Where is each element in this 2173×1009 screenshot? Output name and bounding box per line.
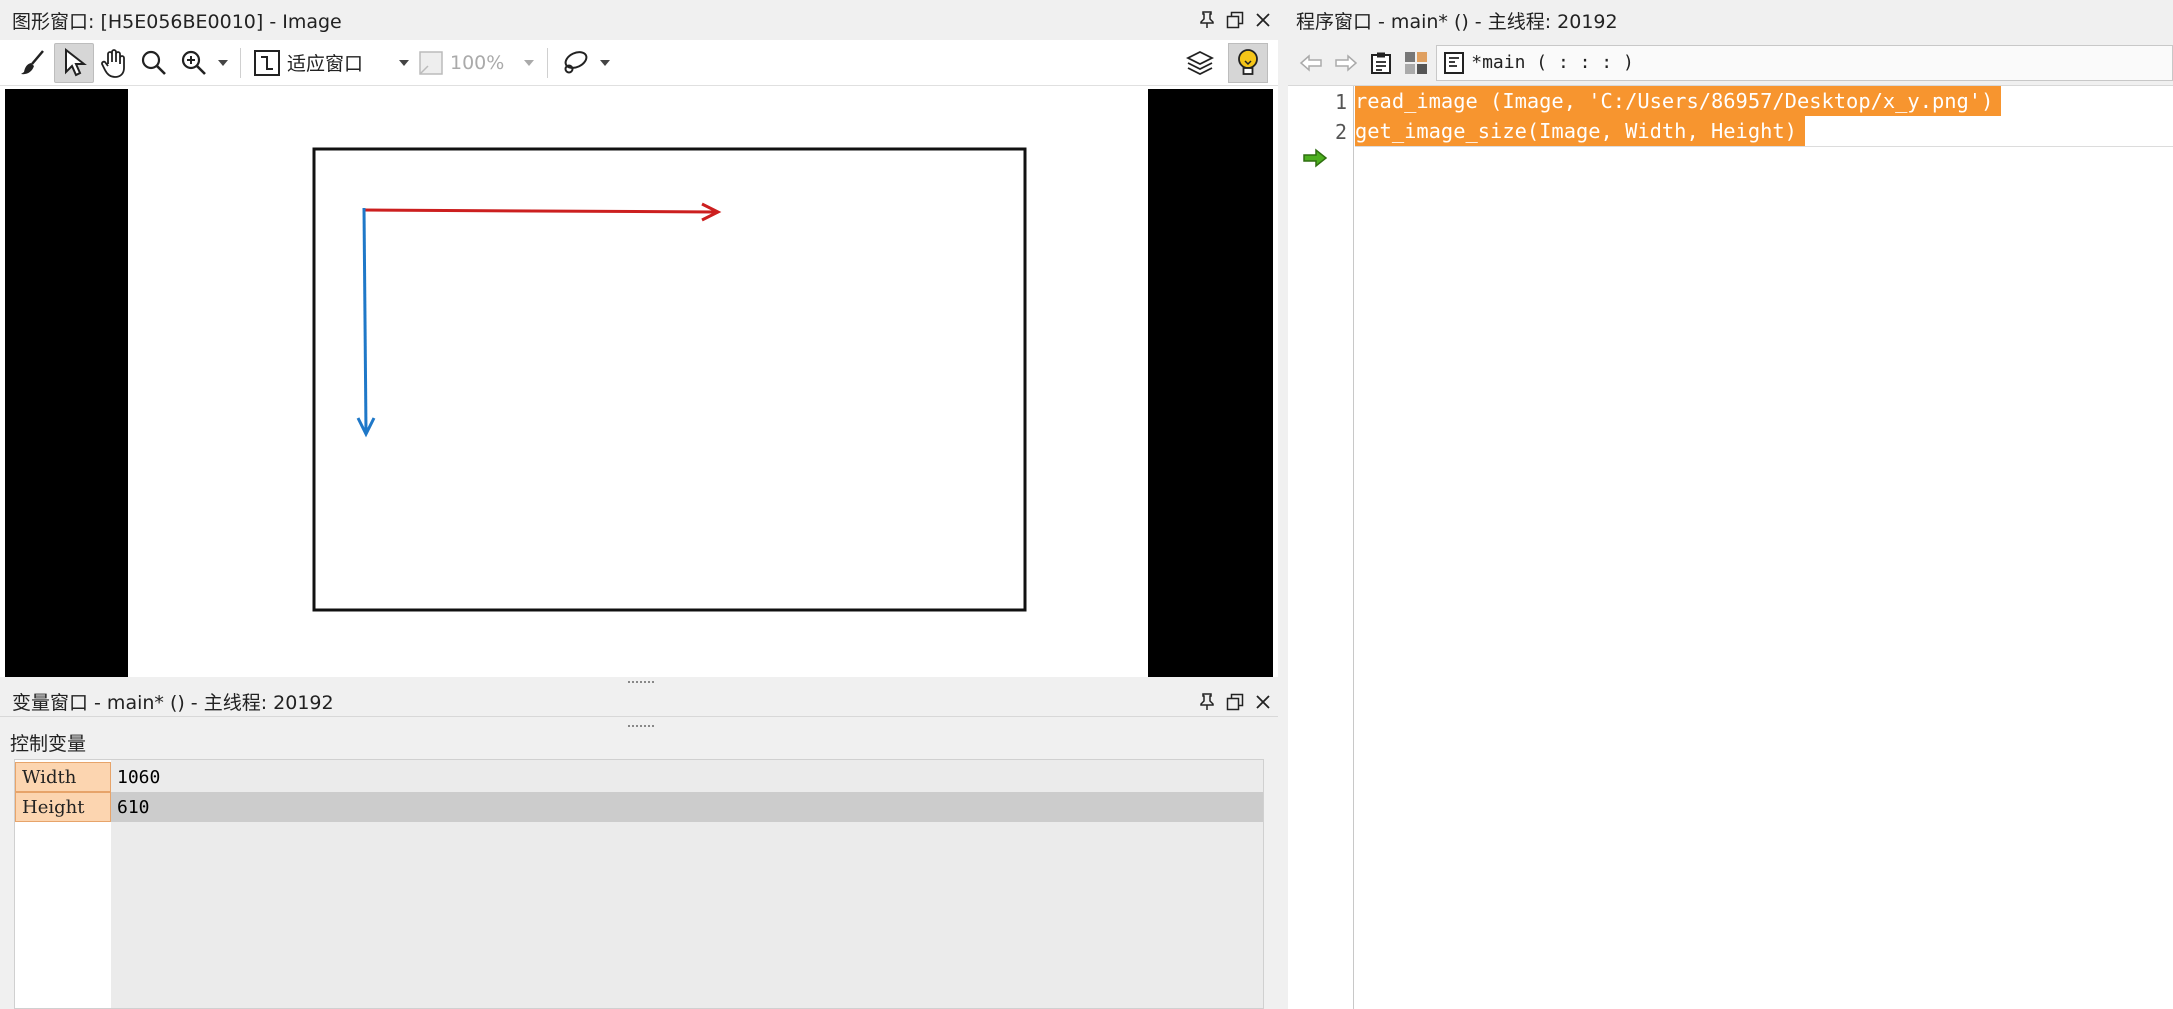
program-window-titlebar[interactable]: 程序窗口 - main* () - 主线程: 20192 bbox=[1288, 0, 2173, 40]
layers-icon bbox=[1186, 50, 1214, 76]
program-window-title: 程序窗口 - main* () - 主线程: 20192 bbox=[1296, 10, 1618, 33]
hand-icon bbox=[101, 48, 125, 78]
graphics-window: 图形窗口: [H5E056BE0010] - Image 适应窗口 100% bbox=[0, 0, 1278, 677]
magnify-button[interactable] bbox=[134, 43, 174, 83]
code-divider bbox=[1355, 146, 2173, 147]
lightbulb-icon bbox=[1238, 49, 1258, 75]
horizontal-splitter[interactable] bbox=[0, 677, 1278, 687]
variable-name: Width bbox=[15, 762, 111, 792]
graphics-window-title: 图形窗口: [H5E056BE0010] - Image bbox=[12, 10, 342, 33]
clear-brush-button[interactable] bbox=[14, 43, 54, 83]
pan-hand-button[interactable] bbox=[94, 43, 134, 83]
procedure-selector[interactable]: *main ( : : : ) bbox=[1436, 44, 2173, 81]
grid-icon[interactable] bbox=[1401, 43, 1430, 83]
control-variables-label: 控制变量 bbox=[10, 733, 87, 755]
draw-region-dropdown[interactable] bbox=[596, 43, 614, 83]
toolbar-separator bbox=[240, 47, 241, 78]
zoom-in-icon bbox=[181, 50, 206, 75]
draw-region-button[interactable] bbox=[556, 43, 596, 83]
variable-window: 变量窗口 - main* () - 主线程: 20192 控制变量 Width … bbox=[0, 687, 1278, 1009]
variables-table: Width 1060 Height 610 bbox=[14, 759, 1264, 1009]
zoom-level-icon bbox=[419, 50, 443, 75]
pointer-icon bbox=[65, 47, 87, 76]
splitter-grip bbox=[628, 681, 654, 684]
zoom-level-combo[interactable]: 100% bbox=[414, 43, 539, 83]
program-window: 程序窗口 - main* () - 主线程: 20192 *main ( : :… bbox=[1288, 0, 2173, 1009]
close-icon[interactable] bbox=[1252, 691, 1274, 713]
code-line[interactable]: read_image (Image, 'C:/Users/86957/Deskt… bbox=[1355, 86, 2002, 116]
pin-icon[interactable] bbox=[1196, 9, 1218, 31]
variable-value: 610 bbox=[111, 792, 1263, 822]
graphics-toolbar: 适应窗口 100% bbox=[0, 40, 1278, 86]
toolbar-separator bbox=[547, 47, 548, 78]
zoom-dropdown-button[interactable] bbox=[214, 43, 232, 83]
restore-icon[interactable] bbox=[1224, 9, 1246, 31]
search-icon bbox=[141, 50, 166, 75]
image-rectangle bbox=[312, 147, 1027, 612]
x-axis-arrow bbox=[363, 208, 717, 214]
select-pointer-button[interactable] bbox=[54, 42, 94, 83]
back-arrow-icon[interactable] bbox=[1296, 43, 1325, 83]
graphics-canvas[interactable] bbox=[5, 89, 1273, 677]
variable-row[interactable]: Height 610 bbox=[15, 792, 1263, 822]
clipboard-icon[interactable] bbox=[1366, 43, 1395, 83]
y-axis-arrow bbox=[362, 207, 368, 433]
fit-window-combo[interactable]: 适应窗口 bbox=[249, 43, 414, 83]
zoom-level-label: 100% bbox=[450, 51, 505, 74]
graphics-window-titlebar[interactable]: 图形窗口: [H5E056BE0010] - Image bbox=[0, 0, 1278, 40]
close-icon[interactable] bbox=[1252, 9, 1274, 31]
hints-button[interactable] bbox=[1228, 43, 1268, 83]
chevron-down-icon bbox=[218, 59, 228, 66]
layers-button[interactable] bbox=[1180, 43, 1220, 83]
variable-value: 1060 bbox=[117, 766, 161, 788]
displayed-image bbox=[128, 89, 1148, 677]
procedure-icon bbox=[1444, 51, 1465, 74]
code-editor[interactable]: read_image (Image, 'C:/Users/86957/Deskt… bbox=[1355, 86, 2173, 1009]
fit-window-label: 适应窗口 bbox=[287, 53, 364, 75]
toolbar-right-group bbox=[1180, 43, 1268, 83]
zoom-in-button[interactable] bbox=[174, 43, 214, 83]
variable-row[interactable]: Width 1060 bbox=[15, 762, 1263, 792]
program-toolbar: *main ( : : : ) bbox=[1288, 40, 2173, 86]
chevron-down-icon bbox=[524, 59, 534, 66]
variable-window-controls bbox=[1196, 687, 1274, 717]
variable-name: Height bbox=[15, 792, 111, 822]
line-number-gutter: 1 2 bbox=[1288, 86, 1354, 1009]
lasso-icon bbox=[564, 50, 588, 73]
chevron-down-icon bbox=[399, 59, 409, 66]
graphics-window-controls bbox=[1196, 0, 1274, 40]
image-drawing bbox=[312, 147, 1027, 612]
variable-window-titlebar[interactable]: 变量窗口 - main* () - 主线程: 20192 bbox=[0, 687, 1278, 717]
restore-icon[interactable] bbox=[1224, 691, 1246, 713]
brush-icon bbox=[21, 49, 44, 74]
pin-icon[interactable] bbox=[1196, 691, 1218, 713]
variable-window-title: 变量窗口 - main* () - 主线程: 20192 bbox=[12, 692, 334, 714]
chevron-down-icon bbox=[600, 59, 610, 66]
procedure-name: *main ( : : : ) bbox=[1471, 52, 1634, 73]
splitter-grip bbox=[628, 725, 654, 728]
line-number: 2 bbox=[1334, 120, 1347, 144]
forward-arrow-icon[interactable] bbox=[1331, 43, 1360, 83]
fit-window-icon bbox=[254, 49, 280, 76]
code-line[interactable]: get_image_size(Image, Width, Height) bbox=[1355, 116, 1805, 146]
line-number: 1 bbox=[1334, 90, 1347, 114]
program-counter-arrow-icon bbox=[1302, 148, 1328, 172]
vertical-splitter[interactable] bbox=[1278, 0, 1288, 1009]
